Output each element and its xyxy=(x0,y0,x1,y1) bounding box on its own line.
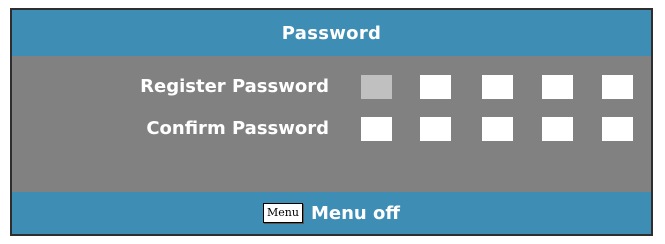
register-password-digit-3[interactable] xyxy=(482,75,513,99)
register-password-digit-1[interactable] xyxy=(361,75,392,99)
confirm-password-row: Confirm Password xyxy=(12,115,651,143)
footer-bar: Menu Menu off xyxy=(12,192,651,234)
dialog-title: Password xyxy=(281,22,382,44)
register-password-digit-5[interactable] xyxy=(602,75,633,99)
confirm-password-digit-2[interactable] xyxy=(420,117,451,141)
confirm-password-label: Confirm Password xyxy=(146,118,329,139)
title-bar: Password xyxy=(12,10,651,56)
confirm-password-digit-3[interactable] xyxy=(482,117,513,141)
menu-off-label: Menu off xyxy=(310,202,400,224)
password-dialog: Password Register Password Confirm Passw… xyxy=(10,8,653,236)
menu-key-icon[interactable]: Menu xyxy=(263,203,303,223)
confirm-password-digit-5[interactable] xyxy=(602,117,633,141)
register-password-digit-4[interactable] xyxy=(542,75,573,99)
register-password-digit-2[interactable] xyxy=(420,75,451,99)
confirm-password-digit-4[interactable] xyxy=(542,117,573,141)
confirm-password-digit-1[interactable] xyxy=(361,117,392,141)
register-password-label: Register Password xyxy=(140,76,329,97)
register-password-row: Register Password xyxy=(12,73,651,101)
